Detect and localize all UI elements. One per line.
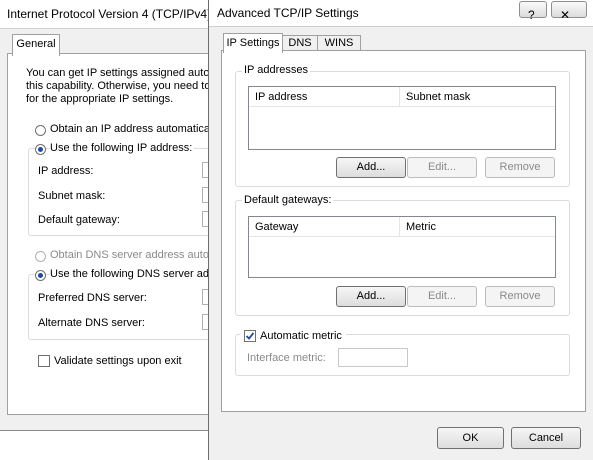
- gateway-add-button-label: Add...: [356, 290, 386, 302]
- help-icon: ?: [528, 8, 535, 22]
- radio-use-ip[interactable]: [35, 144, 46, 155]
- dns-server-group: [28, 274, 215, 340]
- ip-remove-button[interactable]: Remove: [485, 157, 555, 178]
- interface-metric-input[interactable]: [338, 348, 408, 367]
- ok-button-label: OK: [462, 432, 479, 444]
- tab-dns[interactable]: DNS: [282, 35, 318, 51]
- automatic-metric-checkbox[interactable]: [244, 330, 256, 342]
- tab-dns-label: DNS: [288, 37, 312, 49]
- tab-wins-label: WINS: [324, 37, 354, 49]
- cancel-button[interactable]: Cancel: [511, 427, 581, 449]
- gateway-remove-button[interactable]: Remove: [485, 286, 555, 307]
- dialog-title-bar: Advanced TCP/IP Settings ? ✕: [209, 0, 593, 27]
- default-gateway-label: Default gateway:: [38, 214, 120, 226]
- ip-addresses-legend: IP addresses: [242, 64, 311, 76]
- ipv4-title-bar: Internet Protocol Version 4 (TCP/IPv4) P…: [0, 0, 226, 29]
- ip-address-label: IP address:: [38, 165, 94, 177]
- preferred-dns-label: Preferred DNS server:: [38, 292, 147, 304]
- ip-add-button-label: Add...: [356, 161, 386, 173]
- radio-use-dns-label: Use the following DNS server addre: [50, 268, 227, 280]
- close-button[interactable]: ✕: [551, 1, 587, 22]
- dialog-title: Advanced TCP/IP Settings: [217, 6, 359, 20]
- automatic-metric-label: Automatic metric: [260, 330, 342, 342]
- radio-obtain-ip-label: Obtain an IP address automatically: [50, 123, 221, 135]
- column-ip-address-label: IP address: [255, 91, 308, 103]
- column-metric[interactable]: Metric: [400, 217, 555, 237]
- tab-general[interactable]: General: [12, 34, 60, 56]
- advanced-tcpip-dialog: Advanced TCP/IP Settings ? ✕ IP Settings…: [208, 0, 593, 460]
- ipv4-properties-window: Internet Protocol Version 4 (TCP/IPv4) P…: [0, 0, 227, 431]
- ip-remove-button-label: Remove: [499, 161, 541, 173]
- column-metric-label: Metric: [406, 221, 436, 233]
- ip-addresses-list[interactable]: IP address Subnet mask: [248, 86, 556, 150]
- gateway-remove-button-label: Remove: [499, 290, 541, 302]
- radio-obtain-dns[interactable]: [35, 251, 46, 262]
- ip-add-button[interactable]: Add...: [336, 157, 406, 178]
- description-line-3: for the appropriate IP settings.: [26, 93, 174, 105]
- gateways-list[interactable]: Gateway Metric: [248, 216, 556, 278]
- close-icon: ✕: [560, 8, 571, 22]
- gateway-edit-button[interactable]: Edit...: [407, 286, 477, 307]
- radio-use-dns[interactable]: [35, 270, 46, 281]
- column-gateway[interactable]: Gateway: [249, 217, 400, 237]
- column-subnet-mask-label: Subnet mask: [406, 91, 471, 103]
- description-line-2: this capability. Otherwise, you need to …: [26, 80, 220, 92]
- gateway-edit-button-label: Edit...: [427, 290, 457, 302]
- radio-use-ip-label: Use the following IP address:: [50, 142, 195, 154]
- validate-checkbox[interactable]: [38, 355, 50, 367]
- column-subnet-mask[interactable]: Subnet mask: [400, 87, 555, 107]
- alternate-dns-label: Alternate DNS server:: [38, 317, 145, 329]
- checkmark-icon: [245, 332, 255, 340]
- column-gateway-label: Gateway: [255, 221, 299, 233]
- ipv4-window-title: Internet Protocol Version 4 (TCP/IPv4) P…: [7, 7, 227, 21]
- ipv4-description: You can get IP settings assigned automa …: [26, 67, 225, 106]
- subnet-mask-label: Subnet mask:: [38, 190, 106, 202]
- tab-wins[interactable]: WINS: [317, 35, 361, 51]
- interface-metric-label: Interface metric:: [247, 352, 326, 364]
- ip-edit-button-label: Edit...: [427, 161, 457, 173]
- tab-general-label: General: [16, 38, 56, 50]
- radio-obtain-ip[interactable]: [35, 125, 46, 136]
- validate-label: Validate settings upon exit: [54, 355, 182, 367]
- default-gateways-legend: Default gateways:: [242, 194, 334, 206]
- gateway-add-button[interactable]: Add...: [336, 286, 406, 307]
- description-line-1: You can get IP settings assigned automa: [26, 67, 225, 79]
- tab-ip-settings-label: IP Settings: [226, 37, 280, 49]
- radio-obtain-dns-label: Obtain DNS server address automa: [50, 249, 225, 261]
- ip-edit-button[interactable]: Edit...: [407, 157, 477, 178]
- tab-ip-settings[interactable]: IP Settings: [223, 33, 283, 53]
- cancel-button-label: Cancel: [528, 432, 564, 444]
- column-ip-address[interactable]: IP address: [249, 87, 400, 107]
- help-button[interactable]: ?: [519, 1, 547, 22]
- ok-button[interactable]: OK: [437, 427, 504, 449]
